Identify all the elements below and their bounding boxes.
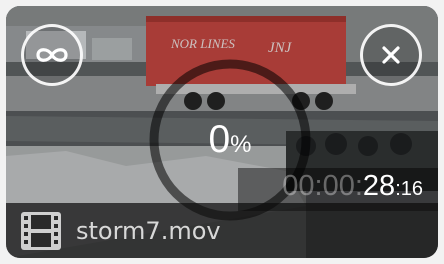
timer-frames: :16 [395, 178, 423, 200]
timer-seconds: 28 [362, 170, 396, 202]
progress-percent-sign: % [230, 131, 252, 158]
infinity-icon [36, 48, 68, 62]
film-icon [21, 211, 61, 250]
file-info-bar: storm7.mov [6, 203, 438, 258]
loop-button[interactable] [21, 24, 83, 86]
progress-percent: 0% [194, 120, 266, 159]
progress-percent-value: 0 [208, 118, 231, 161]
video-card[interactable]: NOR LINES JNJ 0% 00:00: 28:16 storm7.mo… [6, 6, 438, 258]
timer-dim: 00:00: [282, 170, 363, 202]
close-icon [382, 46, 400, 64]
file-name: storm7.mov [76, 216, 221, 245]
close-button[interactable] [360, 24, 422, 86]
